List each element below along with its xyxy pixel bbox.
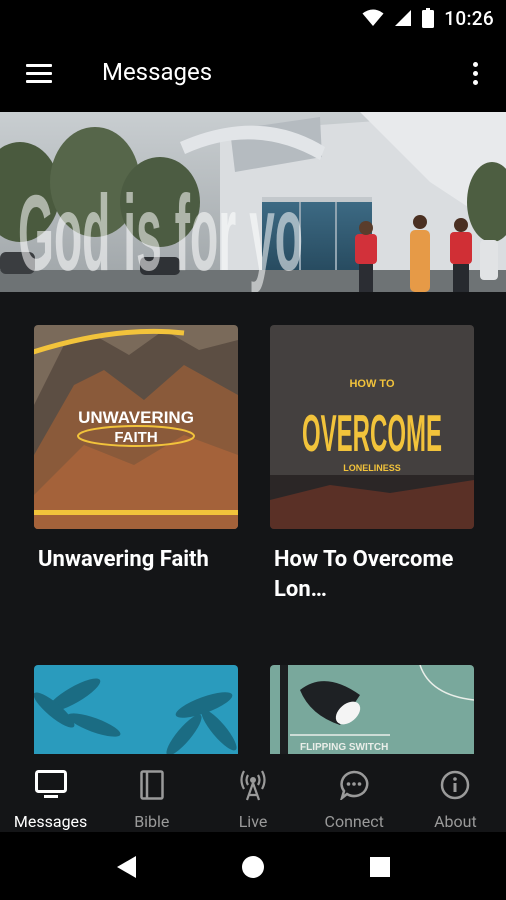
back-icon[interactable] [111,852,141,882]
signal-icon [395,10,412,26]
book-icon [135,768,169,802]
art-overcome: OVERCOME [302,405,442,463]
info-icon [438,768,472,802]
app-bar: Messages [0,36,506,112]
nav-item-bible[interactable]: Bible [101,754,202,832]
wifi-icon [362,9,384,26]
recents-icon[interactable] [365,852,395,882]
nav-label: About [434,812,477,831]
broadcast-icon [236,768,270,802]
series-title: How To Overcome Lon… [274,547,454,602]
palm-artwork [34,665,238,754]
more-vert-icon[interactable] [462,58,490,90]
series-thumbnail: UNWAVERING FAITH [34,325,238,529]
nav-label: Connect [324,812,384,831]
status-bar: 10:26 [0,0,506,36]
art-how-to: HOW TO [349,378,394,390]
nav-item-about[interactable]: About [405,754,506,832]
nav-item-messages[interactable]: Messages [0,754,101,832]
series-card-palm[interactable] [34,665,238,754]
series-thumbnail: FLIPPING SWITCH [270,665,474,754]
nav-label: Messages [13,812,88,831]
series-card-unwavering-faith[interactable]: UNWAVERING FAITH Unwavering Faith [34,325,238,575]
flipping-switch-artwork: FLIPPING SWITCH [270,665,474,754]
status-icons: 10:26 [362,6,494,30]
battery-icon [422,8,435,28]
home-icon[interactable] [238,852,268,882]
messages-grid: UNWAVERING FAITH Unwavering Faith HOW TO… [0,292,506,754]
hero-overlay-text: God is for yo [18,172,303,292]
series-card-flipping-switch[interactable]: FLIPPING SWITCH [270,665,474,754]
hamburger-menu-icon[interactable] [24,60,56,88]
nav-item-connect[interactable]: Connect [304,754,405,832]
series-thumbnail: HOW TO OVERCOME LONELINESS [270,325,474,529]
nav-label: Live [238,812,268,831]
series-title: Unwavering Faith [38,547,209,572]
unwavering-faith-artwork: UNWAVERING FAITH [34,325,238,529]
overcome-artwork: HOW TO OVERCOME LONELINESS [270,325,474,529]
tv-icon [34,768,68,802]
series-thumbnail [34,665,238,754]
chat-bubble-icon [337,768,371,802]
bottom-navigation: Messages Bible Live Connect About [0,754,506,832]
status-time: 10:26 [444,6,494,30]
art-loneliness: LONELINESS [343,463,401,473]
nav-item-live[interactable]: Live [202,754,303,832]
page-title: Messages [102,58,213,86]
art-flipping-switch: FLIPPING SWITCH [300,742,388,753]
hero-banner[interactable]: God is for yo [0,112,506,292]
art-title-unwavering: UNWAVERING [78,408,194,427]
system-navigation-bar [0,832,506,900]
art-title-faith: FAITH [114,429,157,446]
church-building-image: God is for yo [0,112,506,292]
series-card-overcome-loneliness[interactable]: HOW TO OVERCOME LONELINESS How To Overco… [270,325,474,605]
nav-label: Bible [134,812,170,831]
